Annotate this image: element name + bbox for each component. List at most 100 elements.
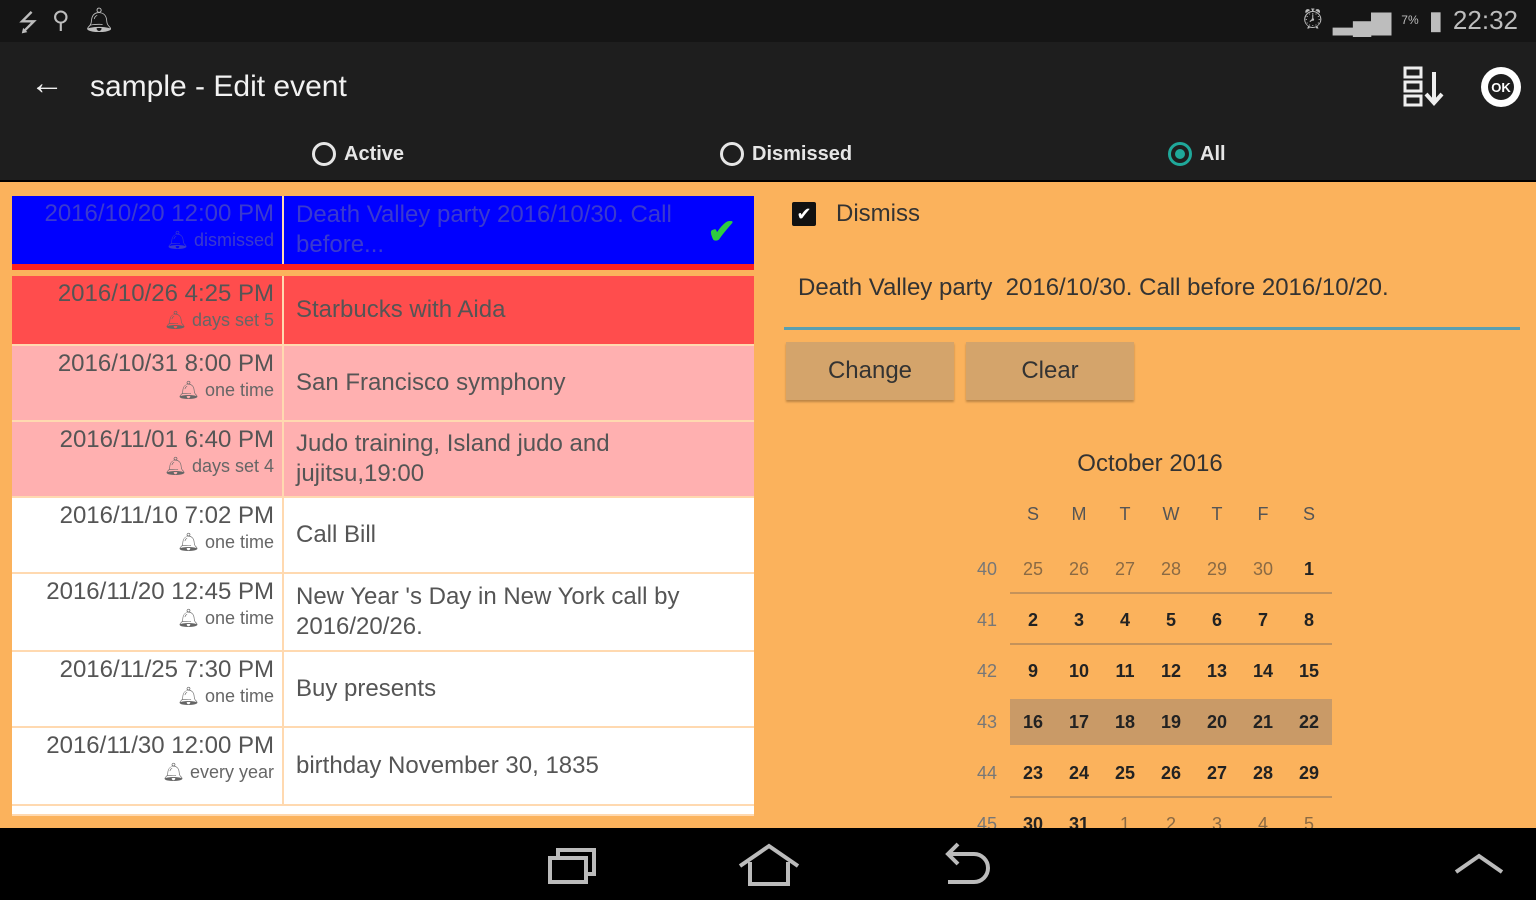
event-sub: 🔔︎ days set 5 <box>12 310 274 331</box>
dismiss-checkbox[interactable]: ✔ Dismiss <box>792 200 920 228</box>
event-row[interactable]: 2016/11/25 7:30 PM 🔔︎ one time Buy prese… <box>12 652 754 728</box>
clear-button[interactable]: Clear <box>966 342 1134 400</box>
event-desc: San Francisco symphony <box>296 369 566 396</box>
bell-icon: 🔔︎ <box>162 762 185 782</box>
recent-apps-icon[interactable] <box>540 838 610 892</box>
calendar-day[interactable]: 26 <box>1056 544 1102 594</box>
event-sub: 🔔︎ one time <box>12 686 274 707</box>
event-row-partial[interactable] <box>12 806 754 816</box>
calendar-day[interactable]: 7 <box>1240 595 1286 645</box>
calendar-day[interactable]: 31 <box>1056 799 1102 828</box>
signal-icon: ▂▄▆ <box>1332 4 1392 35</box>
calendar-day[interactable]: 23 <box>1010 748 1056 798</box>
calendar-day[interactable]: 18 <box>1102 697 1148 747</box>
calendar-day[interactable]: 4 <box>1102 595 1148 645</box>
calendar-week-row: 44 23 24 25 26 27 28 29 <box>964 748 1336 798</box>
bell-icon: 🔔︎ <box>177 532 200 552</box>
calendar-day[interactable]: 12 <box>1148 646 1194 696</box>
event-sub-text: one time <box>204 686 274 706</box>
event-sub-text: one time <box>204 608 274 628</box>
event-row[interactable]: 2016/11/01 6:40 PM 🔔︎ days set 4 Judo tr… <box>12 422 754 498</box>
status-bar: ⭍ ⚲ 🔔︎ ⏰︎ ▂▄▆ 7% ▮ 22:32 <box>0 0 1536 42</box>
calendar-week-row: 41 2 3 4 5 6 7 8 <box>964 595 1336 645</box>
calendar-day[interactable]: 27 <box>1194 748 1240 798</box>
calendar-day[interactable]: 16 <box>1010 697 1056 747</box>
event-date-cell: 2016/11/30 12:00 PM 🔔︎ every year <box>12 728 284 804</box>
week-number: 44 <box>976 763 998 783</box>
week-number: 42 <box>976 661 998 681</box>
event-text-input[interactable] <box>784 266 1520 310</box>
calendar-day[interactable]: 29 <box>1194 544 1240 594</box>
calendar-day[interactable]: 14 <box>1240 646 1286 696</box>
event-desc: Judo training, Island judo and jujitsu,1… <box>296 430 610 487</box>
filter-dismissed-radio[interactable]: Dismissed <box>720 142 852 166</box>
event-row[interactable]: 2016/11/30 12:00 PM 🔔︎ every year birthd… <box>12 728 754 806</box>
sort-down-icon[interactable] <box>1402 64 1448 110</box>
calendar-day[interactable]: 19 <box>1148 697 1194 747</box>
calendar-day[interactable]: 28 <box>1148 544 1194 594</box>
calendar-day[interactable]: 30 <box>1010 799 1056 828</box>
calendar-day[interactable]: 26 <box>1148 748 1194 798</box>
calendar-day[interactable]: 15 <box>1286 646 1332 696</box>
filter-active-radio[interactable]: Active <box>312 142 404 166</box>
weekday-label: W <box>1162 504 1180 524</box>
event-row[interactable]: 2016/11/10 7:02 PM 🔔︎ one time Call Bill <box>12 498 754 574</box>
svg-text:OK: OK <box>1491 80 1511 95</box>
event-row[interactable]: 2016/10/26 4:25 PM 🔔︎ days set 5 Starbuc… <box>12 276 754 346</box>
filter-active-label: Active <box>344 142 405 165</box>
event-row[interactable]: 2016/11/20 12:45 PM 🔔︎ one time New Year… <box>12 574 754 652</box>
home-icon[interactable] <box>734 838 804 892</box>
calendar-day[interactable]: 21 <box>1240 697 1286 747</box>
ok-icon[interactable]: OK <box>1478 64 1524 110</box>
radio-circle <box>720 142 744 166</box>
back-arrow-icon[interactable]: ← <box>30 64 64 103</box>
event-date-cell: 2016/11/20 12:45 PM 🔔︎ one time <box>12 574 284 650</box>
calendar-week-row: 42 9 10 11 12 13 14 15 <box>964 646 1336 696</box>
calendar-day[interactable]: 5 <box>1148 595 1194 645</box>
calendar-day[interactable]: 6 <box>1194 595 1240 645</box>
bell-icon: 🔔︎ <box>83 7 115 34</box>
event-date-cell: 2016/11/25 7:30 PM 🔔︎ one time <box>12 652 284 726</box>
calendar-day[interactable]: 25 <box>1102 748 1148 798</box>
filter-all-label: All <box>1200 142 1226 165</box>
weekday-label: M <box>1071 504 1087 524</box>
event-desc: birthday November 30, 1835 <box>296 752 599 779</box>
calendar-day[interactable]: 5 <box>1286 799 1332 828</box>
event-date-cell: 2016/10/31 8:00 PM 🔔︎ one time <box>12 346 284 420</box>
bell-icon: 🔔︎ <box>177 380 200 400</box>
change-button[interactable]: Change <box>786 342 954 400</box>
calendar-day[interactable]: 24 <box>1056 748 1102 798</box>
calendar-day[interactable]: 13 <box>1194 646 1240 696</box>
edit-pane: ✔ Dismiss Change Clear October 2016 S M … <box>784 182 1524 828</box>
event-row-selected[interactable]: 2016/10/20 12:00 PM 🔔︎ dismissed Death V… <box>12 196 754 270</box>
status-left: ⭍ ⚲ 🔔︎ <box>18 6 114 47</box>
calendar-day[interactable]: 8 <box>1286 595 1332 645</box>
event-list[interactable]: 2016/10/20 12:00 PM 🔔︎ dismissed Death V… <box>12 196 754 816</box>
calendar-day-selected[interactable]: 20 <box>1194 697 1240 747</box>
event-sub-text: dismissed <box>193 230 274 250</box>
calendar-day[interactable]: 3 <box>1056 595 1102 645</box>
calendar-day[interactable]: 1 <box>1102 799 1148 828</box>
calendar-day[interactable]: 2 <box>1148 799 1194 828</box>
calendar-day[interactable]: 11 <box>1102 646 1148 696</box>
weekday-label: F <box>1257 504 1269 524</box>
event-row[interactable]: 2016/10/31 8:00 PM 🔔︎ one time San Franc… <box>12 346 754 422</box>
calendar-day[interactable]: 10 <box>1056 646 1102 696</box>
calendar-day[interactable]: 27 <box>1102 544 1148 594</box>
calendar-day[interactable]: 22 <box>1286 697 1332 747</box>
calendar-day[interactable]: 4 <box>1240 799 1286 828</box>
calendar-day[interactable]: 25 <box>1010 544 1056 594</box>
back-icon[interactable] <box>930 838 1000 892</box>
calendar-day[interactable]: 17 <box>1056 697 1102 747</box>
calendar-day[interactable]: 3 <box>1194 799 1240 828</box>
calendar-day[interactable]: 2 <box>1010 595 1056 645</box>
calendar-day[interactable]: 28 <box>1240 748 1286 798</box>
calendar-day[interactable]: 29 <box>1286 748 1332 798</box>
calendar-day[interactable]: 30 <box>1240 544 1286 594</box>
filter-all-radio[interactable]: All <box>1168 142 1226 166</box>
event-date: 2016/11/25 7:30 PM <box>59 656 274 683</box>
event-sub-text: one time <box>204 532 274 552</box>
chevron-up-icon[interactable] <box>1444 838 1514 892</box>
calendar-day[interactable]: 9 <box>1010 646 1056 696</box>
calendar-day[interactable]: 1 <box>1286 544 1332 594</box>
